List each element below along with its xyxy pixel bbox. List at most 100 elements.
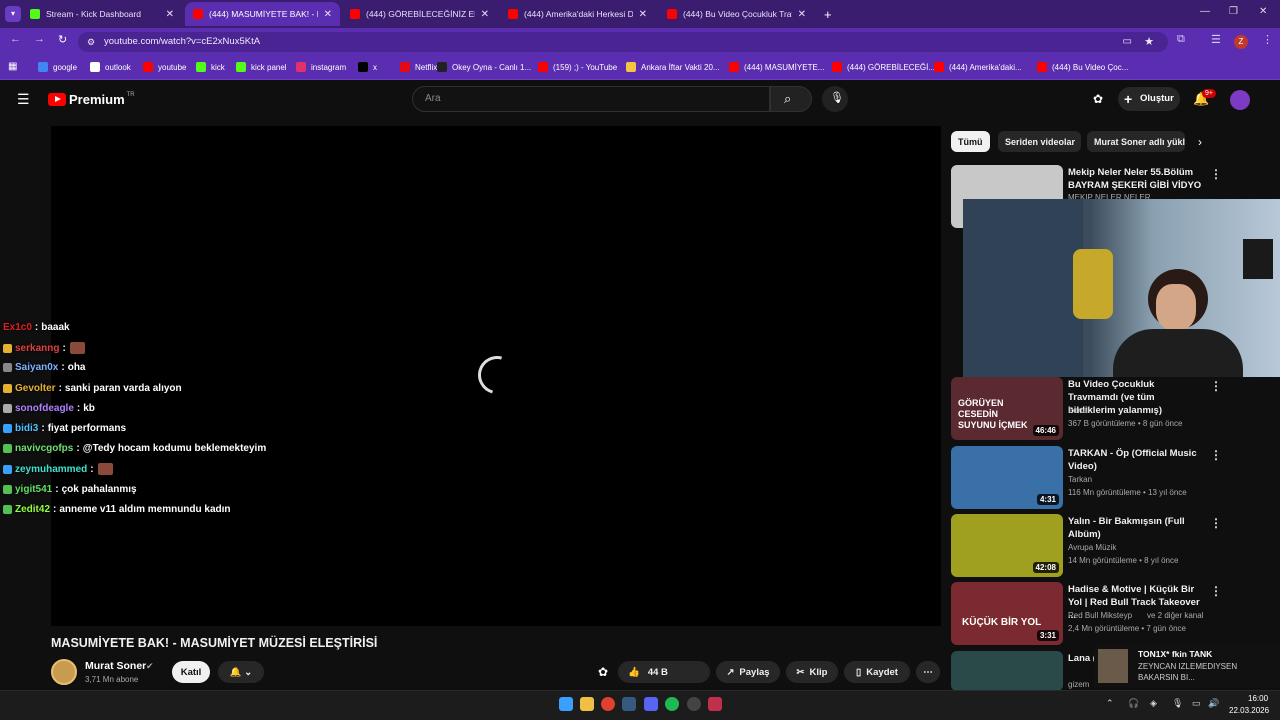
cast-icon[interactable]: ▭ <box>1123 32 1132 52</box>
chip-1[interactable]: Tümü <box>951 131 990 152</box>
join-button[interactable]: Katıl <box>172 661 210 683</box>
chip-2[interactable]: Seriden videolar <box>998 131 1081 152</box>
premium-badge-icon[interactable]: ✿ <box>1093 92 1103 106</box>
search-input[interactable]: Ara <box>412 86 770 112</box>
channel-avatar[interactable] <box>51 659 77 685</box>
channel-name[interactable]: Murat Soner <box>85 660 146 672</box>
volume-icon[interactable]: 🔊 <box>1208 698 1219 709</box>
minimize-icon[interactable]: — <box>1200 6 1210 17</box>
premium-icon[interactable]: ✿ <box>598 665 608 679</box>
video-channel[interactable]: gizem <box>1068 680 1089 689</box>
headset-icon[interactable]: 🎧 <box>1128 698 1139 709</box>
site-info-icon[interactable]: ⚙ <box>87 32 95 52</box>
chips-next-icon[interactable]: › <box>1198 135 1202 149</box>
video-meta: 116 Mn görüntüleme • 13 yıl önce <box>1068 488 1187 497</box>
file-explorer-icon[interactable] <box>580 697 594 711</box>
bookmark-5[interactable]: kick panel <box>236 60 287 74</box>
more-options-icon[interactable]: ⋮ <box>1210 167 1222 181</box>
video-title[interactable]: Yalın - Bir Bakmışsın (Full Albüm) <box>1068 515 1203 541</box>
video-channel[interactable]: Portal <box>1068 406 1089 415</box>
share-button[interactable]: ↗ Paylaş <box>716 661 780 683</box>
bookmark-3[interactable]: youtube <box>143 60 186 74</box>
clip-button[interactable]: ✂ Klip <box>786 661 838 683</box>
chat-message: Saiyan0x: oha <box>3 362 86 373</box>
apps-icon[interactable]: ▦ <box>8 61 17 72</box>
extensions-icon[interactable]: ⧉ <box>1177 33 1185 46</box>
app-icon-1[interactable] <box>622 697 636 711</box>
like-button[interactable]: 👍 44 B <box>618 661 710 683</box>
clock-date[interactable]: 22.03.2026 <box>1229 706 1269 715</box>
reading-list-icon[interactable]: ☰ <box>1211 33 1221 46</box>
video-thumbnail[interactable]: 42:08 <box>951 514 1063 577</box>
close-tab-icon[interactable]: ✕ <box>798 9 806 20</box>
video-channel[interactable]: Tarkan <box>1068 475 1092 484</box>
video-thumbnail[interactable] <box>951 651 1063 691</box>
close-tab-icon[interactable]: ✕ <box>481 9 489 20</box>
search-button[interactable]: ⌕ <box>770 86 812 112</box>
close-tab-icon[interactable]: ✕ <box>324 9 332 20</box>
obs-icon[interactable] <box>687 697 701 711</box>
stream-notification[interactable]: TON1X* fkin TANK ZEYNCAN IZLEMEDIYSEN BA… <box>1094 645 1280 687</box>
bookmark-4[interactable]: kick <box>196 60 225 74</box>
account-avatar[interactable] <box>1230 90 1250 110</box>
video-title[interactable]: TARKAN - Öp (Official Music Video) <box>1068 447 1203 473</box>
bookmark-9[interactable]: Okey Oyna - Canlı 1... <box>437 60 531 74</box>
tab-5[interactable]: (444) Bu Video Çocukluk Travm ✕ <box>659 2 814 26</box>
create-button[interactable]: + Oluştur <box>1118 87 1180 111</box>
video-channel[interactable]: Avrupa Müzik <box>1068 543 1116 552</box>
video-channel[interactable]: Red Bull Miksteyp <box>1068 611 1132 620</box>
tab-1[interactable]: Stream - Kick Dashboard ✕ <box>22 2 182 26</box>
steam-tray-icon[interactable]: ◈ <box>1150 698 1157 709</box>
tray-overflow-icon[interactable]: ⌃ <box>1106 698 1114 709</box>
forward-icon[interactable]: → <box>34 33 45 45</box>
steam-icon[interactable] <box>708 697 722 711</box>
start-icon[interactable] <box>559 697 573 711</box>
bookmark-11[interactable]: Ankara İftar Vakti 20... <box>626 60 720 74</box>
bookmark-14[interactable]: (444) Amerika'daki... <box>934 60 1022 74</box>
close-window-icon[interactable]: ✕ <box>1259 6 1267 17</box>
address-bar[interactable]: ⚙ youtube.com/watch?v=cE2xNux5KtA ▭ ★ <box>78 32 1168 52</box>
more-options-icon[interactable]: ⋮ <box>1210 448 1222 462</box>
bookmark-6[interactable]: instagram <box>296 60 346 74</box>
bookmark-13[interactable]: (444) GÖREBİLECEĞİ... <box>832 60 935 74</box>
mic-tray-icon[interactable]: 🎙 <box>1172 698 1183 709</box>
voice-search-button[interactable]: 🎙 <box>822 86 848 112</box>
tab-3[interactable]: (444) GÖREBİLECEĞİNİZ EN ŞE ✕ <box>342 2 497 26</box>
discord-icon[interactable] <box>644 697 658 711</box>
new-tab-icon[interactable]: + <box>824 7 832 22</box>
profile-avatar[interactable]: Z <box>1234 35 1248 49</box>
video-thumbnail[interactable]: 3:31 <box>951 582 1063 645</box>
chip-3[interactable]: Murat Soner adlı yükl <box>1087 131 1185 152</box>
subscribed-bell-button[interactable]: 🔔 ⌄ <box>218 661 264 683</box>
chat-username: yigit541 <box>15 483 53 495</box>
video-thumbnail[interactable]: 4:31 <box>951 446 1063 509</box>
network-icon[interactable]: ▭ <box>1192 698 1201 709</box>
close-tab-icon[interactable]: ✕ <box>166 9 174 20</box>
chrome-icon[interactable] <box>601 697 615 711</box>
menu-icon[interactable]: ⋮ <box>1262 33 1273 46</box>
guide-menu-icon[interactable]: ☰ <box>17 91 30 108</box>
tab-4[interactable]: (444) Amerika'daki Herkesi Ded ✕ <box>500 2 655 26</box>
bookmark-star-icon[interactable]: ★ <box>1144 32 1154 52</box>
bookmark-12[interactable]: (444) MASUMİYETE... <box>729 60 824 74</box>
spotify-icon[interactable] <box>665 697 679 711</box>
youtube-logo[interactable]: Premium TR <box>48 92 135 107</box>
restore-icon[interactable]: ❐ <box>1229 6 1238 17</box>
bookmark-7[interactable]: x <box>358 60 377 74</box>
bookmark-2[interactable]: outlook <box>90 60 131 74</box>
bookmark-10[interactable]: (159) ;) - YouTube <box>538 60 617 74</box>
more-options-icon[interactable]: ⋮ <box>1210 516 1222 530</box>
more-options-icon[interactable]: ⋮ <box>1210 584 1222 598</box>
tab-search-button[interactable]: ▾ <box>5 6 21 22</box>
clock-time[interactable]: 16:00 <box>1248 694 1268 703</box>
close-tab-icon[interactable]: ✕ <box>639 9 647 20</box>
save-button[interactable]: ▯ Kaydet <box>844 661 910 683</box>
more-options-icon[interactable]: ⋮ <box>1210 379 1222 393</box>
bookmark-1[interactable]: google <box>38 60 77 74</box>
more-actions-button[interactable]: ⋯ <box>916 661 940 683</box>
reload-icon[interactable]: ↻ <box>58 33 67 46</box>
bookmark-15[interactable]: (444) Bu Video Çoc... <box>1037 60 1128 74</box>
tab-2[interactable]: (444) MASUMİYETE BAK! - MA ✕ <box>185 2 340 26</box>
back-icon[interactable]: ← <box>10 33 21 45</box>
bookmark-8[interactable]: Netflix <box>400 60 437 74</box>
